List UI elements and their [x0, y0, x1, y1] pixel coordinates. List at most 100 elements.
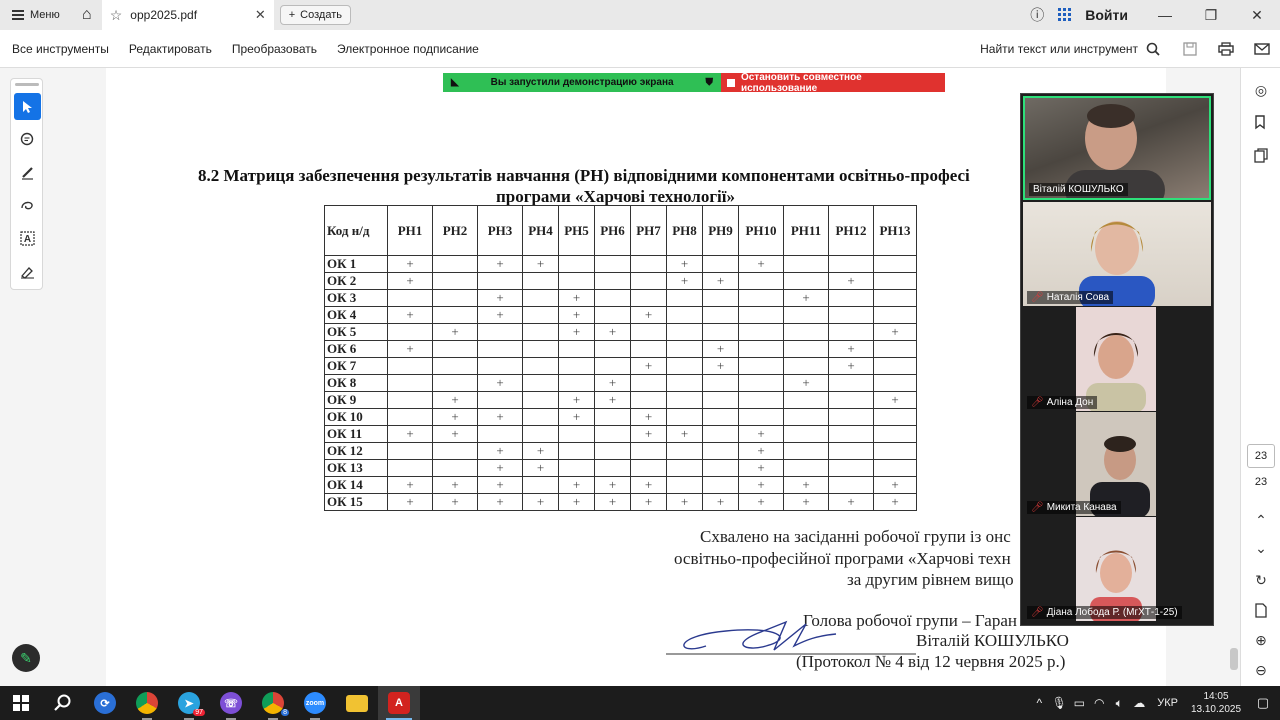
home-button[interactable]: ⌂: [72, 0, 102, 30]
login-button[interactable]: Войти: [1079, 7, 1142, 23]
taskbar-app-blue[interactable]: ⟳: [84, 686, 126, 720]
plus-icon: +: [288, 9, 296, 21]
chevron-down-icon[interactable]: ⌄: [1249, 536, 1273, 560]
wifi-icon[interactable]: ◠: [1089, 696, 1109, 710]
taskbar-telegram[interactable]: ➤ 97: [168, 686, 210, 720]
matrix-cell-marked: +: [387, 493, 433, 511]
stop-sharing-button[interactable]: Остановить совместное использование: [721, 72, 945, 94]
minimize-icon[interactable]: —: [1142, 0, 1188, 30]
matrix-cell-empty: [828, 408, 874, 426]
signatory-name: Віталій КОШУЛЬКО: [916, 631, 1069, 650]
approval-line-3: за другим рівнем вищо: [847, 570, 1014, 589]
taskbar-zoom[interactable]: zoom: [294, 686, 336, 720]
matrix-cell-empty: [432, 340, 478, 358]
matrix-cell-empty: [558, 272, 595, 290]
matrix-cell-empty: [702, 442, 739, 460]
all-tools-menu[interactable]: Все инструменты: [0, 42, 119, 56]
matrix-cell-marked: +: [828, 272, 874, 290]
taskbar-chrome[interactable]: [126, 686, 168, 720]
text-box-icon[interactable]: A: [14, 225, 41, 252]
zoom-out-icon[interactable]: ⊖: [1249, 658, 1273, 682]
e-sign-menu[interactable]: Электронное подписание: [327, 42, 489, 56]
vertical-scrollbar[interactable]: [1228, 68, 1240, 686]
convert-menu[interactable]: Преобразовать: [222, 42, 327, 56]
close-window-icon[interactable]: ✕: [1234, 0, 1280, 30]
matrix-cell-empty: [666, 289, 703, 307]
sharing-status-label: Вы запустили демонстрацию экрана: [490, 77, 674, 88]
save-icon[interactable]: [1172, 30, 1208, 68]
video-participants-panel[interactable]: Віталій КОШУЛЬКО 🎤︎ Наталія Сова 🎤︎ Аліна …: [1020, 93, 1214, 626]
participant-name: Віталій КОШУЛЬКО: [1029, 183, 1128, 196]
row-code: ОК 1: [324, 255, 388, 273]
matrix-cell-empty: [828, 374, 874, 392]
microphone-icon[interactable]: 🎙︎: [1049, 696, 1069, 710]
star-icon[interactable]: ☆: [110, 7, 123, 24]
matrix-cell-marked: +: [387, 306, 433, 324]
matrix-cell-marked: +: [477, 289, 523, 307]
page-number-input[interactable]: 23: [1247, 444, 1275, 468]
bookmark-icon[interactable]: [1249, 110, 1273, 134]
matrix-cell-empty: [738, 306, 784, 324]
clock[interactable]: 14:05 13.10.2025: [1186, 690, 1246, 716]
taskbar-viber[interactable]: ☏: [210, 686, 252, 720]
chevron-up-icon[interactable]: ⌃: [1249, 508, 1273, 532]
zoom-in-icon[interactable]: ⊕: [1249, 628, 1273, 652]
onedrive-icon[interactable]: ☁: [1129, 696, 1149, 710]
apps-grid-icon[interactable]: [1051, 0, 1079, 30]
ai-assistant-pen-icon[interactable]: ✎: [12, 644, 40, 672]
matrix-cell-empty: [738, 357, 784, 375]
matrix-cell-marked: +: [387, 340, 433, 358]
print-icon[interactable]: [1208, 30, 1244, 68]
row-code: ОК 13: [324, 459, 388, 477]
menu-button[interactable]: Меню: [0, 0, 72, 30]
close-tab-icon[interactable]: ✕: [255, 7, 266, 23]
taskbar-chrome-2[interactable]: 8: [252, 686, 294, 720]
matrix-cell-marked: +: [738, 442, 784, 460]
refresh-icon[interactable]: ↻: [1249, 568, 1273, 592]
participant-tile[interactable]: 🎤︎ Аліна Дон: [1023, 307, 1211, 411]
create-button[interactable]: + Создать: [279, 5, 351, 25]
notification-icon[interactable]: ▢: [1246, 695, 1280, 711]
volume-icon[interactable]: 🔈︎: [1109, 696, 1129, 711]
chevron-up-icon[interactable]: ^: [1029, 696, 1049, 710]
matrix-cell-empty: [432, 289, 478, 307]
edit-menu[interactable]: Редактировать: [119, 42, 222, 56]
matrix-cell-empty: [387, 408, 433, 426]
table-row: ОК 8 + + +: [324, 374, 917, 392]
find-tool[interactable]: Найти текст или инструмент: [980, 42, 1172, 56]
matrix-cell-marked: +: [558, 306, 595, 324]
matrix-cell-empty: [432, 272, 478, 290]
start-button[interactable]: [0, 686, 42, 720]
row-code: ОК 2: [324, 272, 388, 290]
battery-icon[interactable]: ▭: [1069, 696, 1089, 710]
participant-tile[interactable]: 🎤︎ Наталія Сова: [1023, 202, 1211, 306]
participant-tile[interactable]: Віталій КОШУЛЬКО: [1023, 96, 1211, 200]
ai-assistant-icon[interactable]: ◎: [1249, 78, 1273, 102]
select-cursor-icon[interactable]: [14, 93, 41, 120]
pages-copy-icon[interactable]: [1249, 143, 1273, 167]
matrix-cell-empty: [873, 340, 917, 358]
scrollbar-thumb[interactable]: [1230, 648, 1238, 670]
language-indicator[interactable]: УКР: [1149, 697, 1186, 709]
sharing-status: ◣ Вы запустили демонстрацию экрана ⛊: [443, 73, 721, 92]
drag-handle[interactable]: [15, 83, 39, 86]
sign-pen-icon[interactable]: [14, 258, 41, 285]
matrix-cell-empty: [666, 374, 703, 392]
taskbar-search-button[interactable]: [42, 686, 84, 720]
taskbar-acrobat[interactable]: A: [378, 686, 420, 720]
help-icon[interactable]: ⓘ: [1023, 0, 1051, 30]
matrix-cell-empty: [522, 340, 559, 358]
participant-tile[interactable]: 🎤︎ Микита Канава: [1023, 412, 1211, 516]
table-row: ОК 15 + + + + + + + + + + + + +: [324, 493, 917, 511]
highlight-pen-icon[interactable]: [14, 159, 41, 186]
restore-icon[interactable]: ❐: [1188, 0, 1234, 30]
column-header: РН12: [828, 205, 874, 256]
page-fit-icon[interactable]: [1249, 598, 1273, 622]
freehand-draw-icon[interactable]: [14, 192, 41, 219]
participant-tile[interactable]: 🎤︎ Діана Лобода Р. (МгХТ-1-25): [1023, 517, 1211, 621]
comment-icon[interactable]: [14, 126, 41, 153]
document-tab[interactable]: ☆ opp2025.pdf ✕: [101, 0, 274, 30]
screen-share-banner: ◣ Вы запустили демонстрацию экрана ⛊ Ост…: [443, 72, 945, 94]
taskbar-explorer[interactable]: [336, 686, 378, 720]
email-icon[interactable]: [1244, 30, 1280, 68]
